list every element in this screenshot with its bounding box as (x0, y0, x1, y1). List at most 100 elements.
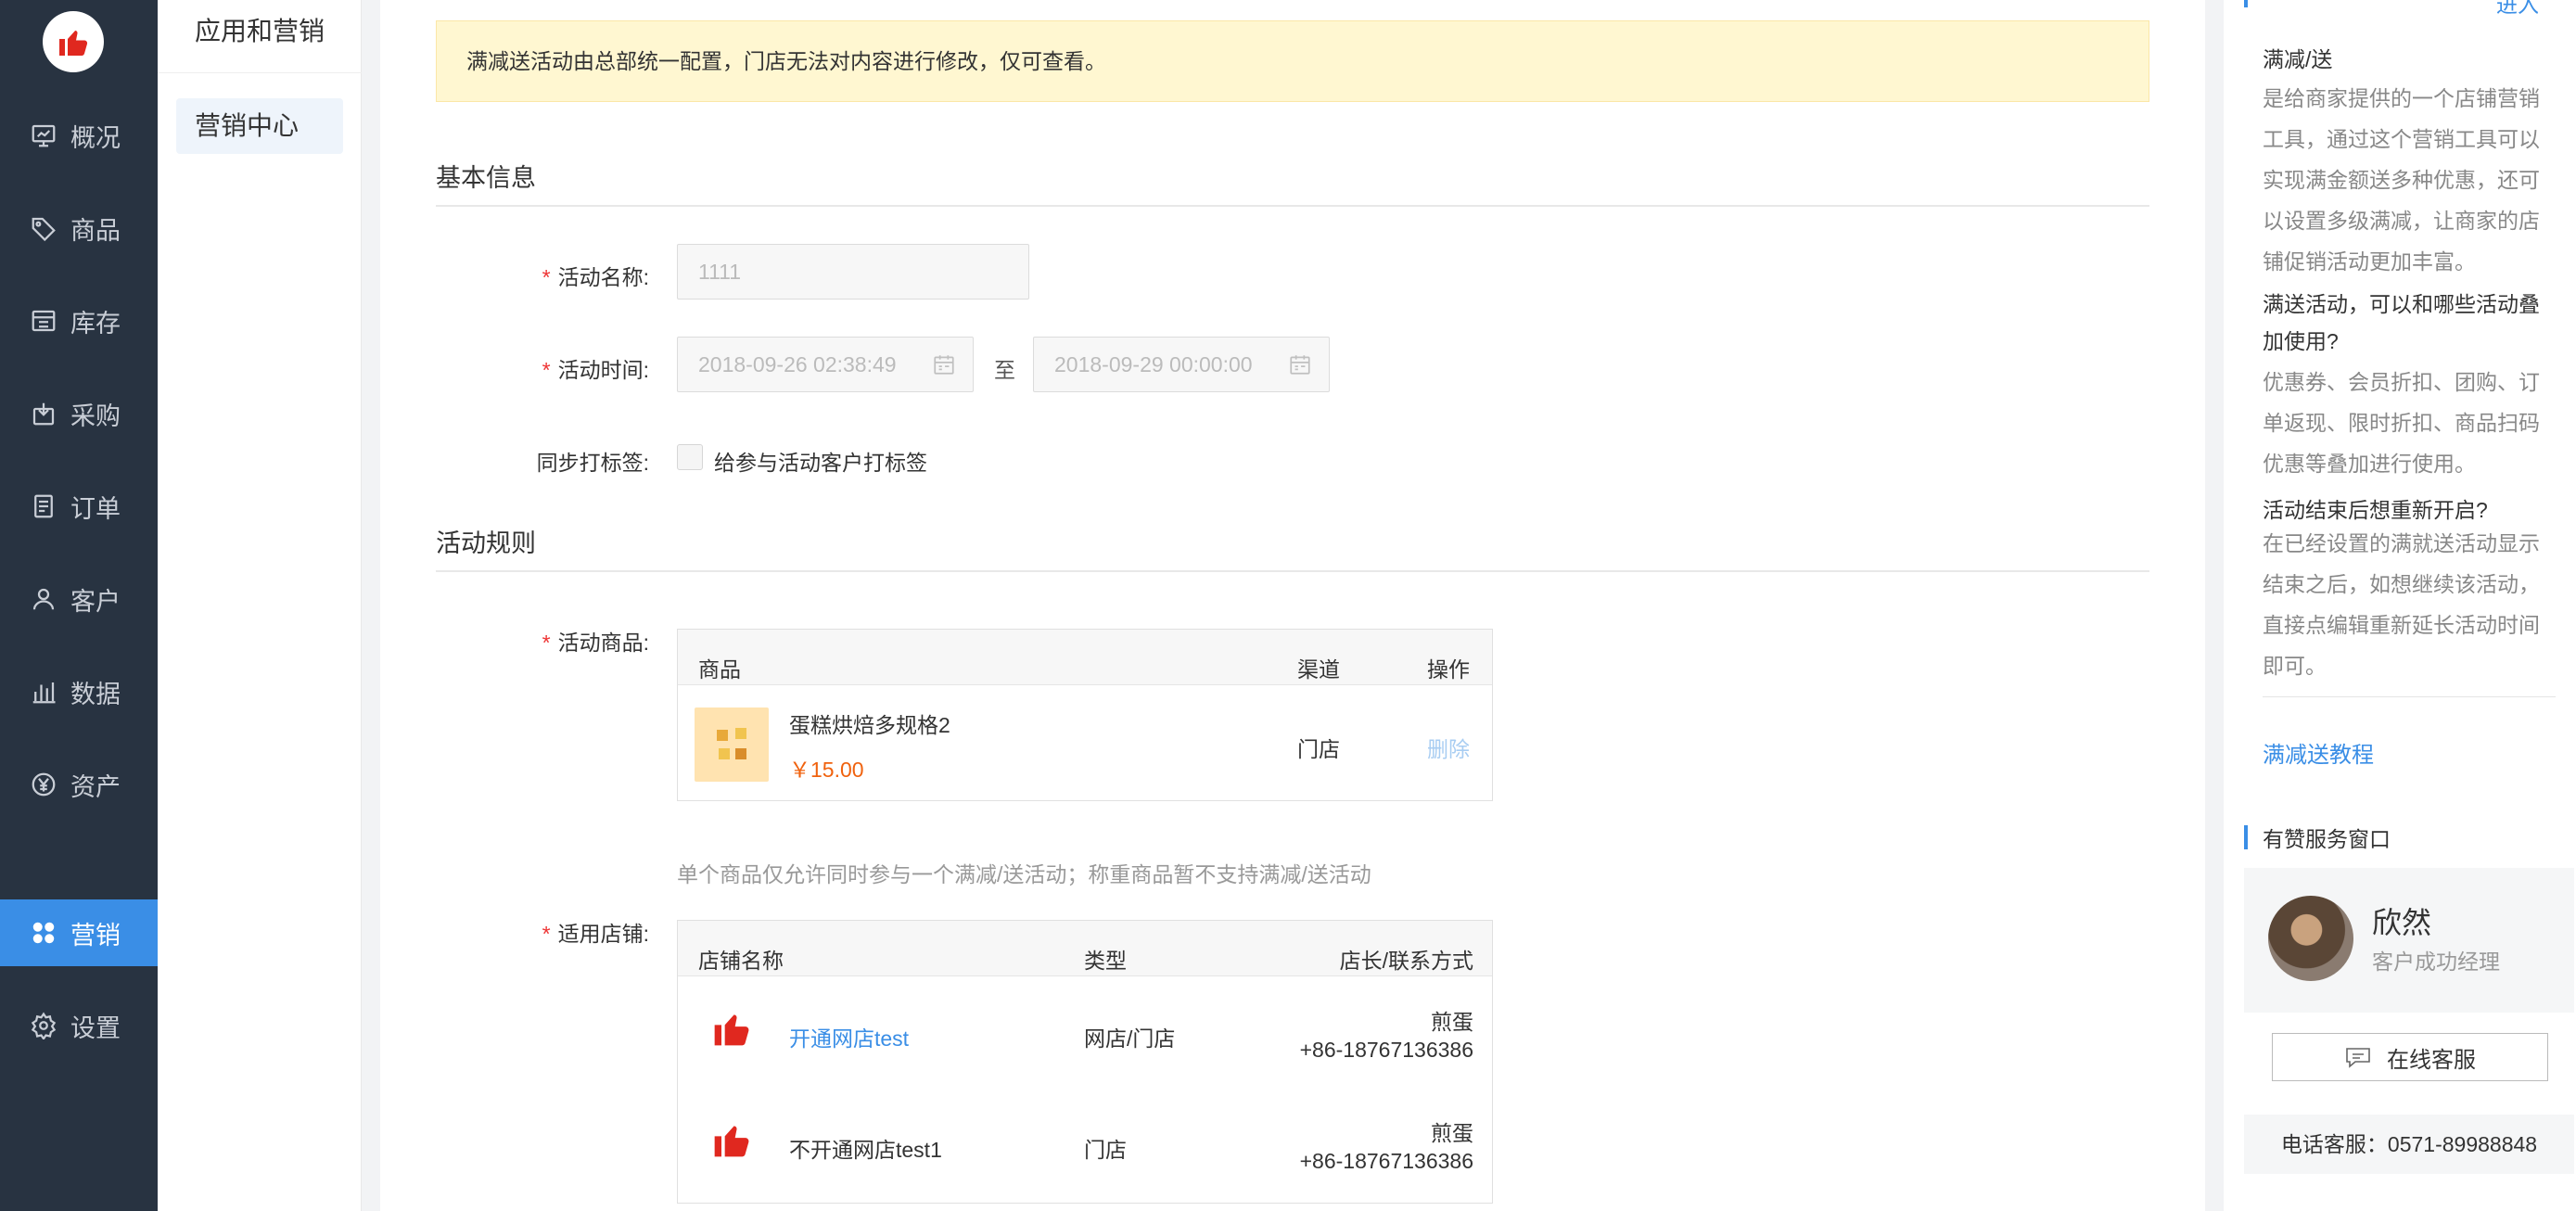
nav-label: 设置 (70, 1013, 121, 1042)
product-name: 蛋糕烘焙多规格2 (789, 713, 950, 737)
divider (2263, 696, 2556, 697)
divider (158, 72, 362, 73)
table-header: 店铺名称 类型 店长/联系方式 (678, 921, 1492, 976)
activity-name-input[interactable]: 1111 (677, 244, 1029, 300)
product-image-icon (717, 728, 746, 759)
nav-settings[interactable]: 设置 (0, 992, 158, 1059)
product-thumbnail (695, 707, 769, 782)
nav-label: 数据 (70, 680, 121, 708)
chart-icon (28, 676, 59, 707)
product-channel: 门店 (1297, 737, 1340, 761)
brand-logo[interactable] (43, 11, 104, 72)
service-role: 客户成功经理 (2372, 950, 2500, 974)
store-type: 网店/门店 (1084, 1026, 1176, 1051)
store-type: 门店 (1084, 1138, 1127, 1162)
column-header: 店长/联系方式 (1339, 949, 1473, 973)
subside-item-marketing-center[interactable]: 营销中心 (176, 98, 343, 154)
nav-customers[interactable]: 客户 (0, 566, 158, 632)
nav-label: 商品 (70, 216, 121, 245)
nav-label: 采购 (70, 402, 121, 430)
calendar-icon (934, 355, 954, 375)
range-separator: 至 (994, 358, 1015, 382)
store-phone: +86-18767136386 (1299, 1038, 1473, 1062)
nav-assets[interactable]: 资产 (0, 751, 158, 818)
store-name: 不开通网店test1 (789, 1138, 942, 1162)
help-answer: 是给商家提供的一个店铺营销工具，通过这个营销工具可以实现满金额送多种优惠，还可以… (2263, 86, 2540, 274)
yen-icon (28, 769, 59, 800)
service-name: 欣然 (2372, 906, 2432, 939)
store-manager: 煎蛋 (1431, 1010, 1473, 1034)
column-header: 店铺名称 (698, 949, 784, 973)
activity-name-label: * 活动名称: (542, 265, 649, 289)
warehouse-icon (28, 305, 59, 337)
nav-label: 概况 (70, 123, 121, 152)
online-service-button[interactable]: 在线客服 (2272, 1033, 2548, 1081)
section-title-basic: 基本信息 (436, 164, 536, 192)
required-mark: * (542, 922, 551, 946)
goods-table: 商品 渠道 操作 蛋糕烘焙多规格2 ￥15.00 门店 删除 (677, 629, 1493, 801)
delete-link[interactable]: 删除 (1427, 732, 1470, 763)
store-logo-icon (714, 1126, 749, 1157)
store-manager: 煎蛋 (1431, 1121, 1473, 1145)
goods-hint: 单个商品仅允许同时参与一个满减/送活动；称重商品暂不支持满减/送活动 (677, 862, 1371, 886)
online-service-label: 在线客服 (2387, 1047, 2476, 1073)
nav-label: 订单 (70, 494, 121, 523)
service-contact-card: 欣然 客户成功经理 (2244, 868, 2574, 1013)
required-mark: * (542, 631, 551, 655)
notice-banner: 满减送活动由总部统一配置，门店无法对内容进行修改，仅可查看。 (436, 20, 2149, 102)
help-answer: 在已经设置的满就送活动显示结束之后，如想继续该活动，直接点编辑重新延长活动时间即… (2263, 531, 2540, 678)
product-price: ￥15.00 (789, 758, 864, 782)
help-question-title: 满送活动，可以和哪些活动叠加使用? (2263, 292, 2540, 353)
enter-link[interactable]: 进入 (2496, 0, 2539, 19)
required-mark: * (542, 265, 551, 289)
tag-customer-checkbox-label[interactable]: 给参与活动客户打标签 (714, 445, 927, 477)
gear-icon (28, 1010, 59, 1041)
calendar-icon (1290, 355, 1310, 375)
divider (436, 570, 2149, 572)
nav-label: 营销 (70, 921, 121, 950)
start-time-input[interactable]: 2018-09-26 02:38:49 (677, 337, 974, 392)
nav-data[interactable]: 数据 (0, 658, 158, 725)
store-name-link[interactable]: 开通网店test (789, 1021, 909, 1052)
start-time-value: 2018-09-26 02:38:49 (698, 352, 897, 376)
nav-label: 客户 (70, 587, 121, 616)
store-logo-icon (714, 1014, 749, 1046)
divider (436, 205, 2149, 207)
secondary-sidebar: 应用和营销 营销中心 (158, 0, 362, 1211)
activity-time-label: * 活动时间: (542, 358, 649, 382)
nav-goods[interactable]: 商品 (0, 195, 158, 261)
tag-icon (28, 212, 59, 244)
dashboard-icon (28, 120, 59, 151)
required-mark: * (542, 358, 551, 382)
subside-group-title: 应用和营销 (195, 17, 325, 45)
end-time-input[interactable]: 2018-09-29 00:00:00 (1033, 337, 1330, 392)
section-accent-bar (2244, 825, 2248, 849)
section-title-rules: 活动规则 (436, 529, 536, 557)
activity-goods-label: * 活动商品: (542, 631, 649, 655)
end-time-value: 2018-09-29 00:00:00 (1054, 352, 1253, 376)
help-panel: 进入 满减/送 是给商家提供的一个店铺营销工具，通过这个营销工具可以实现满金额送… (2224, 0, 2576, 1211)
nav-marketing[interactable]: 营销 (0, 899, 158, 966)
nav-inventory[interactable]: 库存 (0, 287, 158, 354)
tutorial-link[interactable]: 满减送教程 (2263, 736, 2374, 769)
tag-customer-checkbox[interactable] (677, 444, 703, 470)
column-header: 操作 (1427, 657, 1470, 682)
user-icon (28, 583, 59, 615)
help-answer: 优惠券、会员折扣、团购、订单返现、限时折扣、商品扫码优惠等叠加进行使用。 (2263, 370, 2540, 476)
chat-icon (2346, 1048, 2370, 1068)
stores-table: 店铺名称 类型 店长/联系方式 开通网店test 网店/门店 煎蛋 +86-18… (677, 920, 1493, 1204)
store-phone: +86-18767136386 (1299, 1149, 1473, 1173)
help-question-title: 满减/送 (2263, 47, 2333, 71)
phone-service: 电话客服：0571-89988848 (2244, 1115, 2574, 1174)
purchase-icon (28, 398, 59, 429)
applicable-stores-label: * 适用店铺: (542, 922, 649, 946)
sync-tag-label: 同步打标签: (536, 451, 649, 475)
nav-orders[interactable]: 订单 (0, 473, 158, 540)
order-icon (28, 491, 59, 522)
nav-purchase[interactable]: 采购 (0, 380, 158, 447)
nav-label: 资产 (70, 772, 121, 801)
nav-label: 库存 (70, 309, 121, 338)
nav-overview[interactable]: 概况 (0, 102, 158, 169)
avatar (2268, 896, 2353, 981)
column-header: 类型 (1084, 949, 1127, 973)
